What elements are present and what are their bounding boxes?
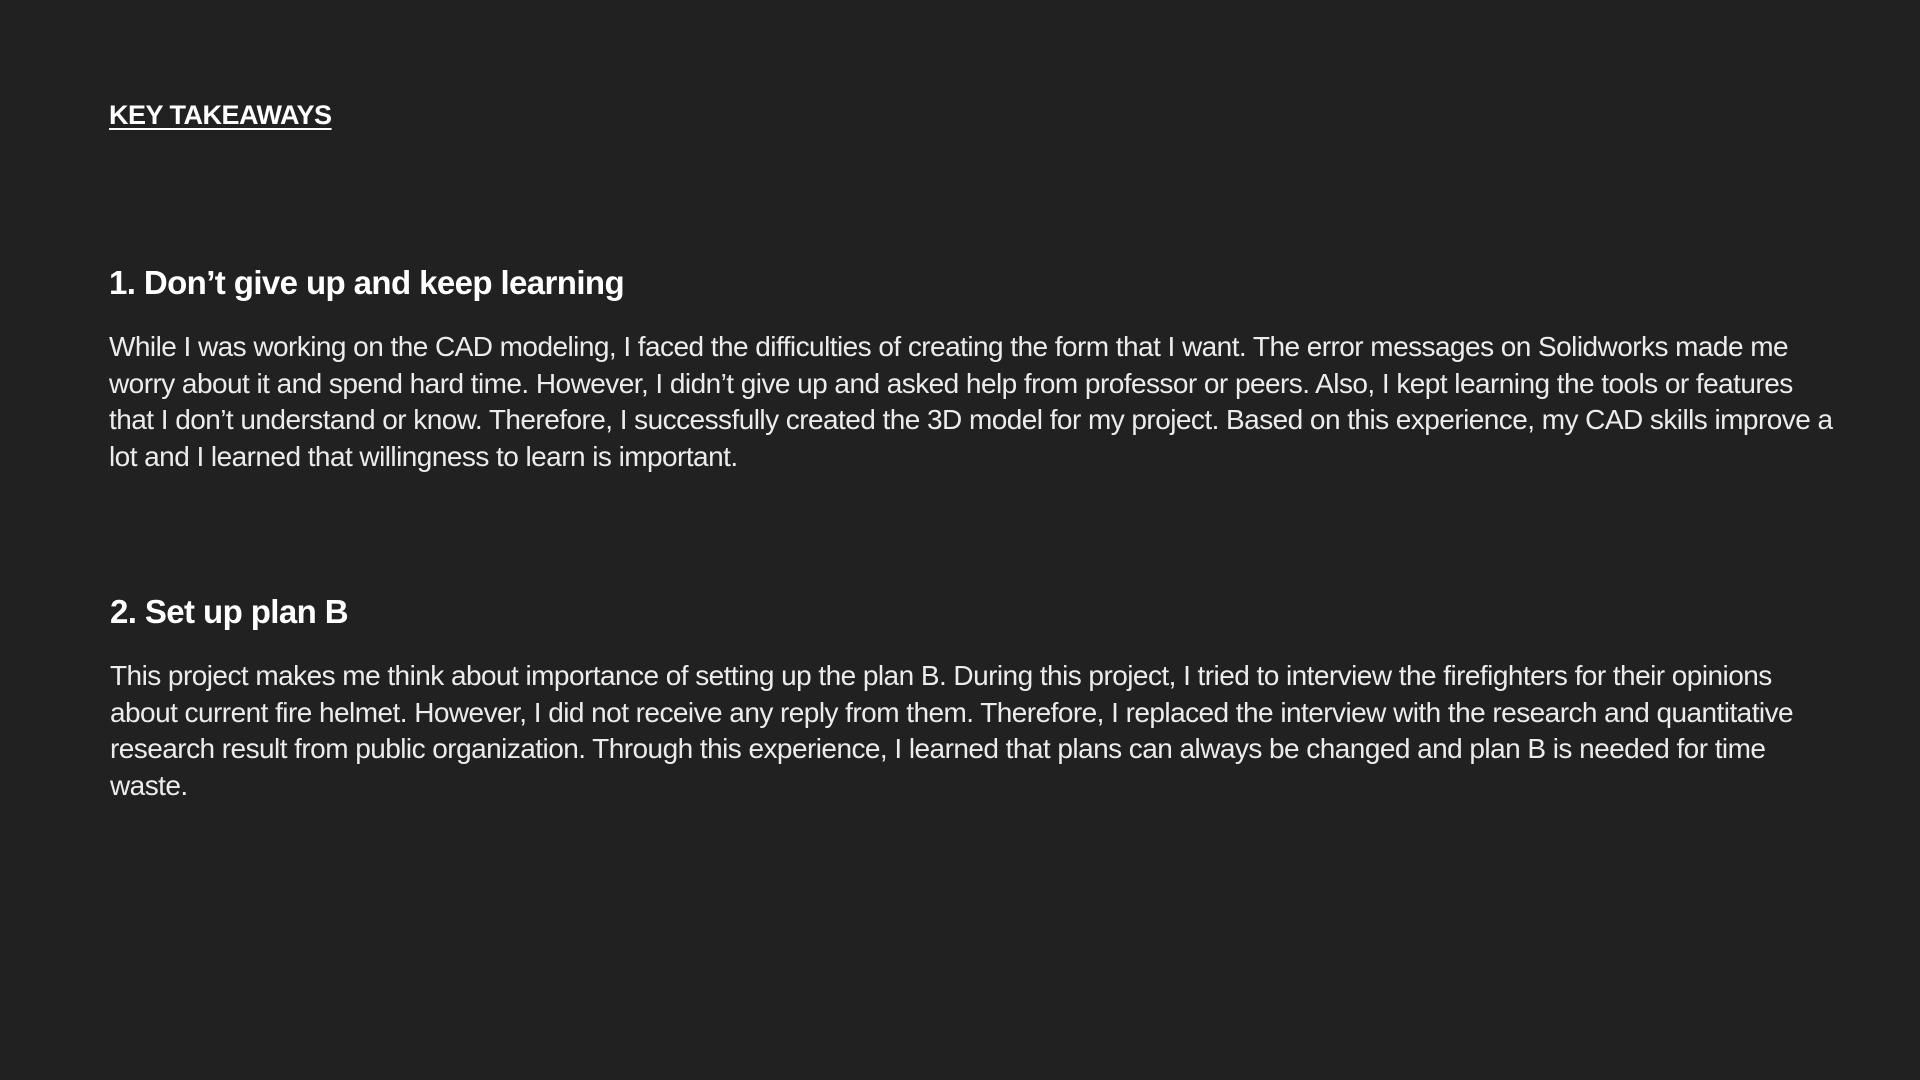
takeaway-section-2: 2. Set up plan B This project makes me t… xyxy=(110,592,1835,804)
slide-page: KEY TAKEAWAYS 1. Don’t give up and keep … xyxy=(0,0,1920,1080)
takeaway-title-1: 1. Don’t give up and keep learning xyxy=(109,264,625,301)
takeaway-body-2: This project makes me think about import… xyxy=(110,660,1794,801)
takeaway-section-1: 1. Don’t give up and keep learning While… xyxy=(109,263,1834,475)
takeaway-body-1: While I was working on the CAD modeling,… xyxy=(109,331,1833,472)
takeaway-title-2: 2. Set up plan B xyxy=(110,593,349,630)
page-title: KEY TAKEAWAYS xyxy=(109,100,332,130)
